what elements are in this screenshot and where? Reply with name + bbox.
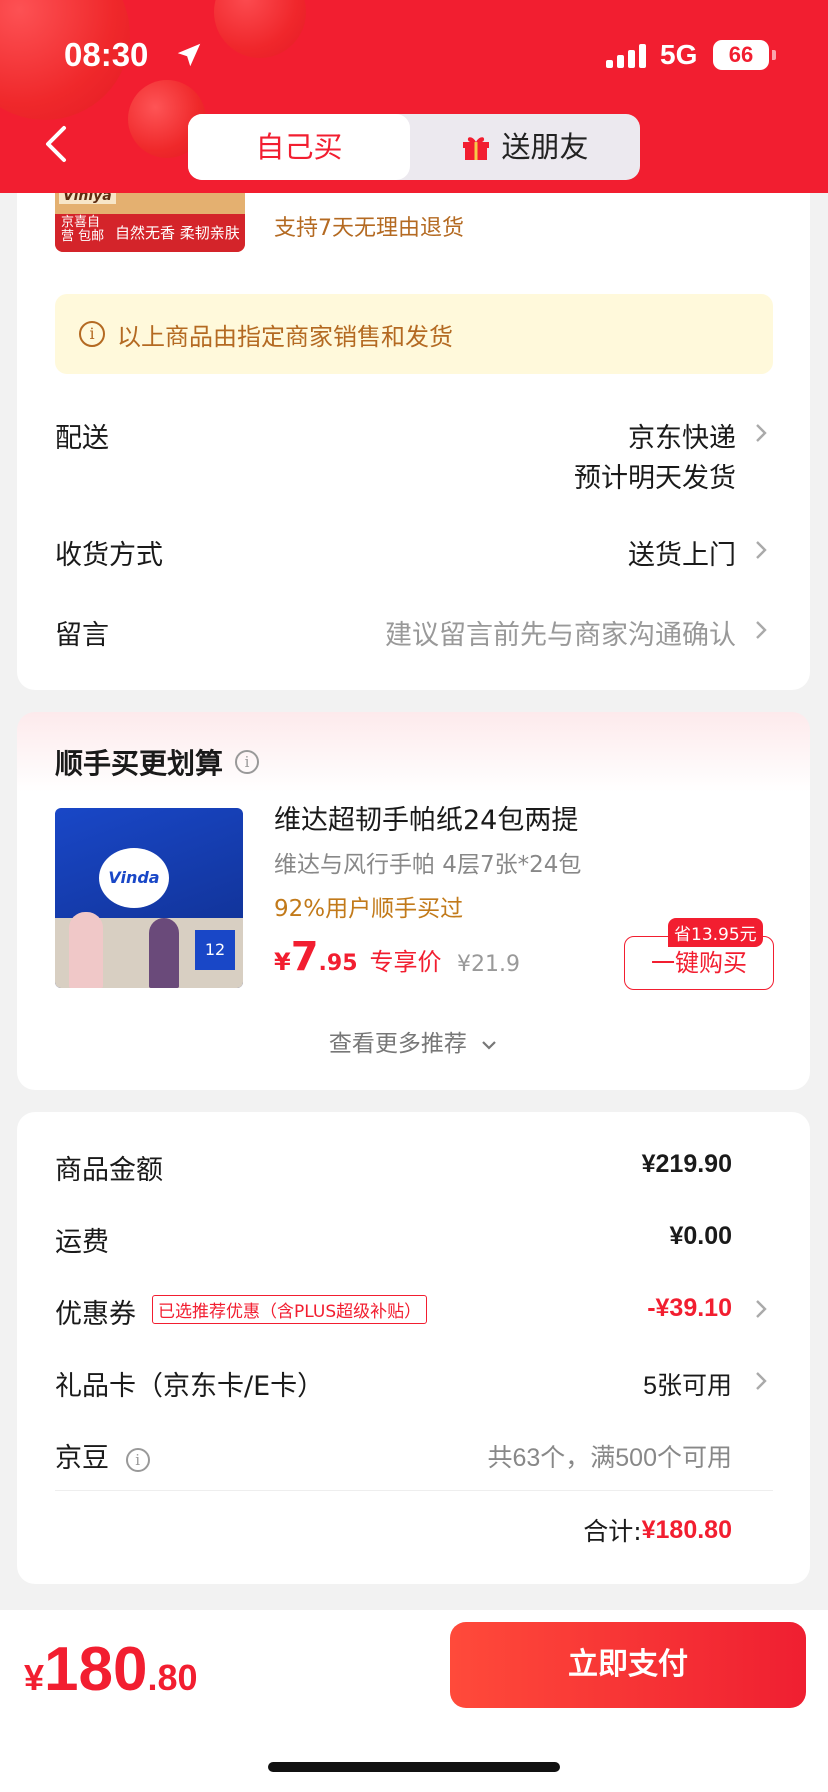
receive-method-label: 收货方式 (55, 540, 163, 571)
coupon-tag: 已选推荐优惠（含PLUS超级补贴） (152, 1295, 428, 1324)
pay-now-button[interactable]: 立即支付 (450, 1622, 806, 1708)
image-pack-count: 12 (195, 930, 235, 970)
recommend-title-text: 顺手买更划算 (55, 747, 224, 780)
see-more-label: 查看更多推荐 (328, 1031, 467, 1057)
see-more-recommend[interactable]: 查看更多推荐 (17, 1024, 810, 1058)
pay-integer: 180 (44, 1635, 148, 1704)
recommend-product-title[interactable]: 维达超韧手帕纸24包两提 (274, 798, 578, 837)
image-figure (149, 918, 179, 988)
jd-bean-label: 京豆 i (55, 1436, 150, 1475)
recommend-price: ¥ 7 .95 专享价 (274, 934, 442, 980)
total-label: 合计: (583, 1517, 642, 1546)
tab-gift-friend[interactable]: 送朋友 (410, 114, 640, 180)
location-arrow-icon (177, 43, 201, 67)
total-value: ¥180.80 (641, 1515, 732, 1544)
pay-currency: ¥ (24, 1657, 45, 1698)
coupon-value[interactable]: -¥39.10 (647, 1294, 732, 1323)
chevron-down-icon (482, 1041, 496, 1050)
pay-amount: ¥ 180 .80 (24, 1634, 198, 1705)
info-icon: i (79, 321, 105, 347)
info-icon[interactable]: i (125, 1447, 150, 1472)
gift-card-value[interactable]: 5张可用 (643, 1366, 732, 1402)
goods-amount-label: 商品金额 (55, 1155, 163, 1186)
thumb-slogan: 自然无香 柔韧亲肤 (115, 224, 240, 242)
chevron-right-icon[interactable] (754, 1370, 768, 1392)
bottom-pay-bar: ¥ 180 .80 立即支付 (0, 1610, 828, 1792)
recommend-product-image[interactable]: Vinda 12 (55, 808, 243, 988)
chevron-right-icon[interactable] (754, 422, 768, 444)
status-bar: 08:30 5G 66 (0, 0, 828, 100)
tab-gift-label: 送朋友 (501, 130, 589, 164)
message-field[interactable]: 建议留言前先与商家沟通确认 (385, 613, 736, 652)
signal-icon (606, 44, 646, 68)
vinda-logo: Vinda (99, 848, 169, 908)
order-info-card: Viniya 京喜自营 包邮 自然无香 柔韧亲肤 支持7天无理由退货 i 以上商… (17, 140, 810, 690)
jd-bean-label-text: 京豆 (55, 1443, 109, 1474)
purchase-rate: 92%用户顺手买过 (274, 896, 464, 922)
divider (55, 1490, 773, 1491)
price-decimal: .95 (318, 951, 358, 976)
price-label: 专享价 (369, 948, 442, 976)
thumb-tag: 京喜自营 包邮 (61, 215, 105, 244)
gift-card-label: 礼品卡（京东卡/E卡） (55, 1371, 325, 1402)
shipping-value: ¥0.00 (669, 1222, 732, 1250)
goods-amount-value: ¥219.90 (641, 1150, 732, 1178)
status-time: 08:30 (64, 36, 149, 73)
save-badge: 省13.95元 (668, 918, 763, 947)
header: 08:30 5G 66 自己买 送朋友 (0, 0, 828, 193)
shipping-label: 运费 (55, 1227, 109, 1258)
total-row: 合计: ¥180.80 (583, 1512, 732, 1548)
delivery-value[interactable]: 京东快递 (628, 416, 736, 455)
jd-bean-value: 共63个，满500个可用 (487, 1444, 732, 1472)
seller-notice: i 以上商品由指定商家销售和发货 (55, 294, 773, 374)
home-indicator[interactable] (268, 1762, 560, 1772)
battery-icon: 66 (713, 40, 769, 70)
pay-decimal: .80 (147, 1657, 198, 1698)
recommend-title: 顺手买更划算 i (55, 742, 260, 782)
chevron-right-icon[interactable] (754, 1298, 768, 1320)
price-currency: ¥ (274, 948, 291, 976)
info-icon[interactable]: i (235, 750, 260, 774)
receive-method-value[interactable]: 送货上门 (628, 533, 736, 572)
chevron-right-icon[interactable] (754, 539, 768, 561)
coupon-label: 优惠券 (55, 1299, 136, 1330)
original-price: ¥21.9 (457, 952, 520, 977)
delivery-label: 配送 (55, 423, 109, 454)
delivery-eta: 预计明天发货 (574, 463, 736, 494)
network-type: 5G (660, 39, 698, 70)
gift-icon (463, 137, 490, 160)
battery-tip (772, 50, 776, 60)
notice-text: 以上商品由指定商家销售和发货 (117, 322, 453, 351)
back-arrow-icon[interactable] (40, 122, 74, 166)
recommend-card: 顺手买更划算 i Vinda 12 维达超韧手帕纸24包两提 维达与风行手帕 4… (17, 712, 810, 1090)
price-summary-card: 商品金额 ¥219.90 运费 ¥0.00 优惠券 已选推荐优惠（含PLUS超级… (17, 1112, 810, 1584)
chevron-right-icon[interactable] (754, 619, 768, 641)
price-integer: 7 (290, 934, 319, 980)
tab-self-buy[interactable]: 自己买 (188, 114, 410, 180)
recommend-product-subtitle: 维达与风行手帕 4层7张*24包 (274, 852, 582, 878)
purchase-mode-switch: 自己买 送朋友 (188, 114, 640, 180)
message-label: 留言 (55, 620, 109, 651)
image-figure (69, 912, 103, 988)
return-policy: 支持7天无理由退货 (274, 216, 464, 241)
